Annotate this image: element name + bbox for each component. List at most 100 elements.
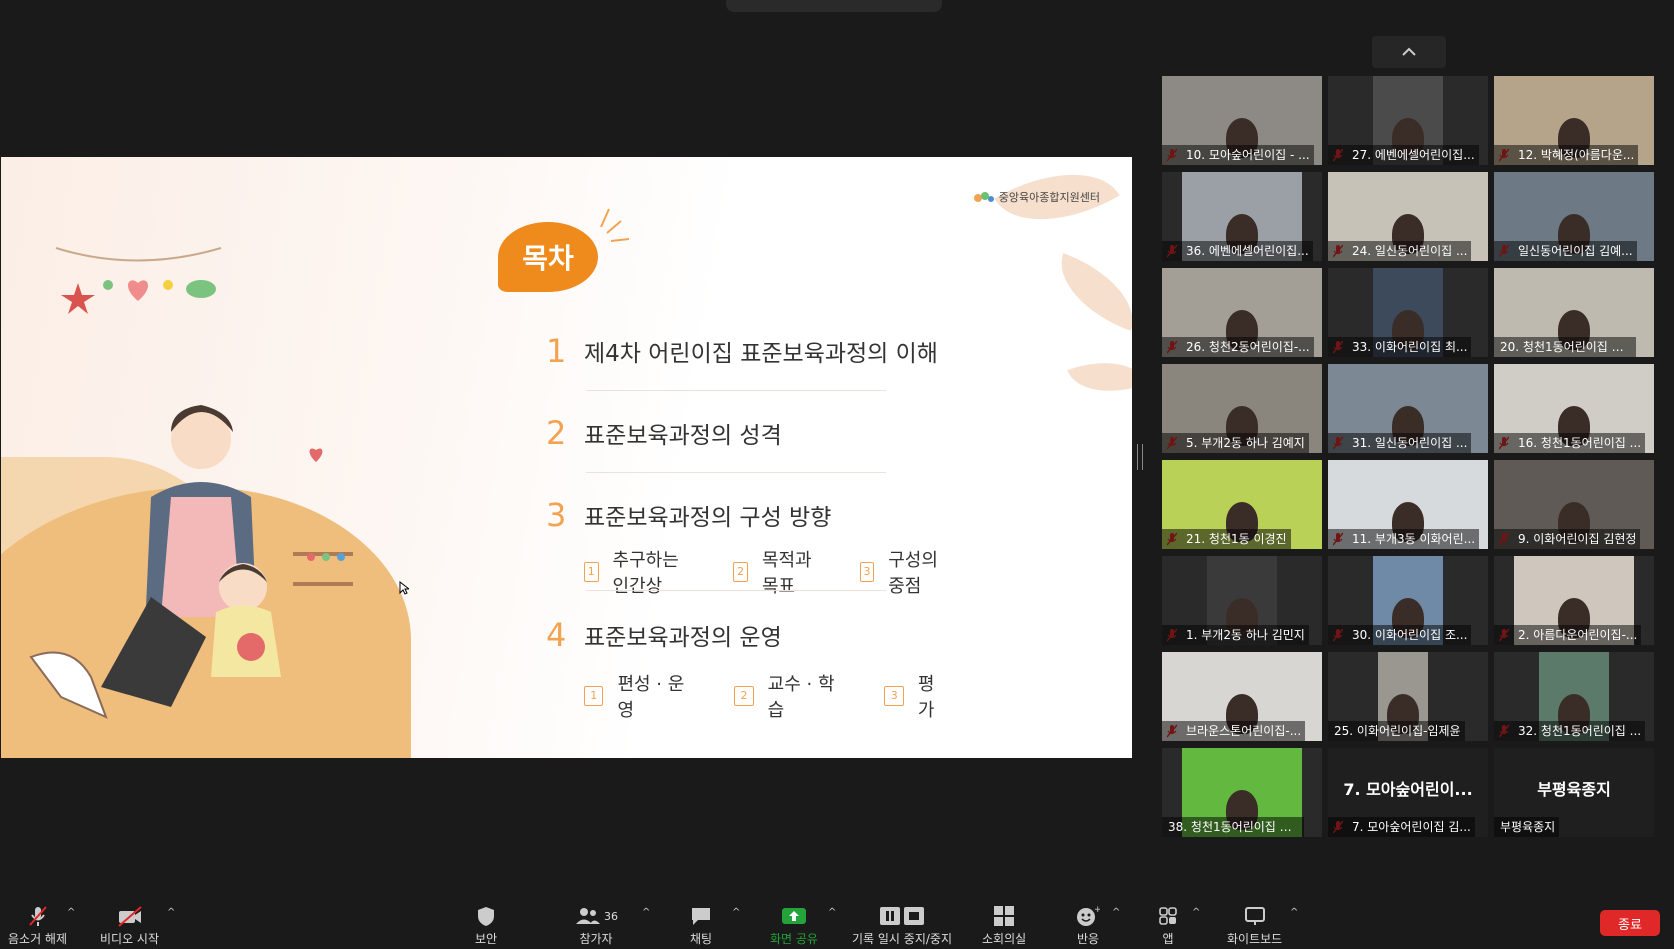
gallery-scroll-up-button[interactable] (1372, 36, 1446, 68)
toc-title: 목차 (522, 242, 574, 275)
participant-name-label: 21. 청천1동 이경진 (1162, 529, 1291, 549)
participant-name-label: 12. 박혜정(아름다운... (1494, 145, 1639, 165)
participant-name-label: 2. 아름다운어린이집-... (1494, 625, 1642, 645)
participants-icon (576, 908, 600, 924)
breakout-rooms-label: 소회의실 (982, 932, 1027, 946)
mouse-cursor-icon (399, 581, 409, 595)
reactions-button[interactable]: + 반응 (1076, 905, 1100, 947)
apps-button[interactable]: 앱 (1158, 905, 1178, 947)
participant-name-label: 32. 청천1동어린이집 ... (1494, 721, 1646, 741)
participant-tile[interactable]: 21. 청천1동 이경진 (1162, 460, 1322, 549)
participant-tile[interactable]: 12. 박혜정(아름다운... (1494, 76, 1654, 165)
sub-number-chip: 2 (733, 562, 748, 582)
participant-tile[interactable]: 5. 부개2동 하나 김예지 (1162, 364, 1322, 453)
participant-tile[interactable]: 10. 모아숲어린이집 - ... (1162, 76, 1322, 165)
participants-options-caret[interactable]: ^ (642, 907, 650, 918)
apps-icon (1159, 907, 1177, 925)
participant-tile[interactable]: 일신동어린이집 김예... (1494, 172, 1654, 261)
participant-count: 36 (604, 909, 618, 923)
whiteboard-button[interactable]: 화이트보드 (1227, 905, 1282, 947)
end-meeting-button[interactable]: 종료 (1600, 910, 1660, 936)
record-button[interactable]: 기록 일시 중지/중지 (852, 905, 952, 947)
sub-number-chip: 3 (859, 562, 875, 582)
sub-label: 구성의 중점 (888, 550, 938, 597)
chat-button[interactable]: 채팅 (690, 905, 712, 947)
top-bar-handle[interactable] (726, 0, 942, 12)
participant-tile[interactable]: 33. 이화어린이집 최... (1328, 268, 1488, 357)
participant-tile[interactable]: 26. 청천2동어린이집-... (1162, 268, 1322, 357)
participant-tile[interactable]: 25. 이화어린이집-임제윤 (1328, 652, 1488, 741)
toc-title-text: 표준보육과정의 성격 (584, 423, 782, 449)
participant-tile[interactable]: 브라운스톤어린이집-... (1162, 652, 1322, 741)
sub-number-chip: 1 (584, 686, 604, 706)
participant-tile[interactable]: 27. 에벤에셀어린이집... (1328, 76, 1488, 165)
toc-item-3: 3 표준보육과정의 구성 방향 (546, 496, 831, 534)
pause-stop-icon (880, 907, 924, 925)
logo-icon (973, 192, 994, 202)
share-screen-button[interactable]: 화면 공유 (770, 905, 818, 947)
participants-button[interactable]: 36 참가자 (574, 905, 618, 947)
participant-name-label: 9. 이화어린이집 김현정 (1494, 529, 1641, 549)
apps-options-caret[interactable]: ^ (1192, 907, 1200, 918)
participant-tile[interactable]: 32. 청천1동어린이집 ... (1494, 652, 1654, 741)
toc-title-text: 제4차 어린이집 표준보육과정의 이해 (584, 341, 938, 367)
toc-number: 3 (546, 496, 567, 534)
garland-illustration (55, 247, 222, 314)
security-label: 보안 (475, 932, 498, 946)
participant-name-label: 부평육종지 (1494, 817, 1560, 837)
record-label: 기록 일시 중지/중지 (852, 932, 952, 946)
sub-number-chip: 3 (884, 686, 904, 706)
sub-number-chip: 1 (584, 562, 599, 582)
logo-text: 중앙육아종합지원센터 (998, 191, 1100, 204)
participant-tile[interactable]: 38. 청천1동어린이집 황... (1162, 748, 1322, 837)
chevron-up-icon (1402, 47, 1416, 56)
divider (586, 472, 886, 473)
breakout-rooms-button[interactable]: 소회의실 (982, 905, 1026, 947)
sub-label: 평가 (917, 674, 935, 721)
participant-name-label: 16. 청천1동어린이집 ... (1494, 433, 1646, 453)
participant-name-label: 24. 일신동어린이집 ... (1328, 241, 1472, 261)
participant-name-label: 일신동어린이집 김예... (1494, 241, 1637, 261)
participant-name-label: 30. 이화어린이집 조... (1328, 625, 1472, 645)
breakout-rooms-icon (994, 906, 1015, 926)
audio-options-caret[interactable]: ^ (67, 907, 75, 918)
divider (586, 390, 886, 391)
end-label: 종료 (1618, 917, 1642, 933)
toc-item-2: 2 표준보육과정의 성격 (546, 414, 782, 452)
whiteboard-label: 화이트보드 (1227, 932, 1283, 946)
chat-options-caret[interactable]: ^ (732, 907, 740, 918)
participant-tile[interactable]: 20. 청천1동어린이집 유... (1494, 268, 1654, 357)
participant-tile[interactable]: 31. 일신동어린이집 ... (1328, 364, 1488, 453)
reactions-options-caret[interactable]: ^ (1112, 907, 1120, 918)
unmute-button[interactable]: 음소거 해제 (8, 905, 67, 947)
reactions-label: 반응 (1076, 932, 1100, 946)
panel-resize-handle[interactable] (1137, 444, 1143, 470)
participant-tile[interactable]: 1. 부개2동 하나 김민지 (1162, 556, 1322, 645)
share-options-caret[interactable]: ^ (828, 907, 836, 918)
participant-name-label: 27. 에벤에셀어린이집... (1328, 145, 1479, 165)
start-video-button[interactable]: 비디오 시작 (100, 905, 159, 947)
participant-tile[interactable]: 11. 부개3동 이화어린... (1328, 460, 1488, 549)
participant-tile[interactable]: 7. 모아숲어린이... 7. 모아숲어린이집 김... (1328, 748, 1488, 837)
toc-subitems-4: 1 편성 · 운영 2 교수 · 학습 3 평가 (584, 670, 986, 722)
video-options-caret[interactable]: ^ (167, 907, 175, 918)
participant-tile[interactable]: 9. 이화어린이집 김현정 (1494, 460, 1654, 549)
whiteboard-options-caret[interactable]: ^ (1290, 907, 1298, 918)
participant-tile[interactable]: 2. 아름다운어린이집-... (1494, 556, 1654, 645)
apps-label: 앱 (1162, 932, 1174, 946)
participant-name-label: 33. 이화어린이집 최... (1328, 337, 1472, 357)
leaf-decoration (1067, 346, 1132, 408)
participant-tile[interactable]: 24. 일신동어린이집 ... (1328, 172, 1488, 261)
participant-tile[interactable]: 16. 청천1동어린이집 ... (1494, 364, 1654, 453)
participant-tile[interactable]: 36. 에벤에셀어린이집... (1162, 172, 1322, 261)
security-button[interactable]: 보안 (475, 905, 497, 947)
participant-name-label: 5. 부개2동 하나 김예지 (1162, 433, 1309, 453)
smiley-plus-icon: + (1077, 905, 1100, 926)
participant-tile[interactable]: 30. 이화어린이집 조... (1328, 556, 1488, 645)
chat-icon (692, 908, 711, 925)
share-screen-label: 화면 공유 (770, 932, 818, 946)
participant-tile[interactable]: 부평육종지 부평육종지 (1494, 748, 1654, 837)
unmute-label: 음소거 해제 (8, 932, 68, 946)
meeting-toolbar: 음소거 해제 ^ 비디오 시작 ^ 보안 36 참가자 ^ 채팅 ^ 화면 공유… (0, 889, 1674, 949)
participant-display-name: 7. 모아숲어린이... (1343, 780, 1473, 799)
